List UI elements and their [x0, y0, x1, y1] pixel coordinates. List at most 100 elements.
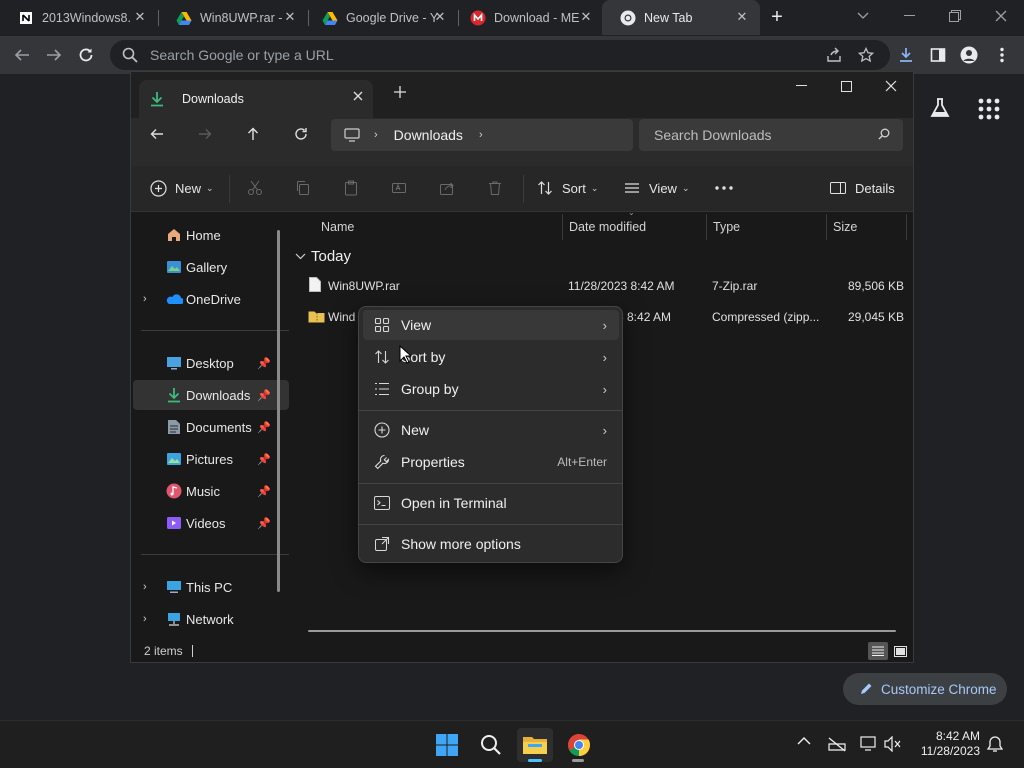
- bookmark-star-icon[interactable]: [853, 42, 879, 68]
- menu-item-view[interactable]: View ›: [363, 310, 619, 340]
- profile-avatar-icon[interactable]: [956, 42, 982, 68]
- volume-muted-icon[interactable]: [884, 736, 904, 754]
- notification-bell-icon[interactable]: [987, 735, 1007, 755]
- horizontal-scrollbar[interactable]: [308, 630, 896, 632]
- menu-item-open-in-terminal[interactable]: Open in Terminal: [363, 488, 619, 518]
- chrome-tab-4[interactable]: Download - ME ✕: [452, 0, 604, 35]
- chrome-tab-5-active[interactable]: New Tab ✕: [602, 0, 760, 35]
- sidebar-item-documents[interactable]: Documents 📌: [133, 412, 289, 442]
- pin-icon[interactable]: 📌: [257, 421, 271, 434]
- new-tab-plus-icon[interactable]: [393, 85, 409, 101]
- search-box[interactable]: Search Downloads: [639, 119, 903, 151]
- group-header-today[interactable]: Today: [295, 248, 351, 265]
- sidebar-item-this-pc[interactable]: › This PC: [133, 572, 289, 602]
- display-icon[interactable]: [860, 736, 880, 754]
- up-icon[interactable]: [238, 119, 268, 149]
- sidebar-item-network[interactable]: › Network: [133, 604, 289, 634]
- maximize-icon[interactable]: [832, 76, 860, 96]
- forward-icon[interactable]: [41, 42, 67, 68]
- chevron-right-icon[interactable]: ›: [143, 293, 147, 305]
- sidebar-item-music[interactable]: Music 📌: [133, 476, 289, 506]
- system-clock[interactable]: 8:42 AM 11/28/2023: [921, 729, 980, 759]
- pin-icon[interactable]: 📌: [257, 389, 271, 402]
- column-header-type[interactable]: Type: [713, 216, 740, 238]
- sidebar-item-home[interactable]: Home: [133, 220, 289, 250]
- forward-icon[interactable]: [190, 119, 220, 149]
- address-bar[interactable]: › Downloads ›: [331, 119, 633, 151]
- cut-icon[interactable]: [243, 176, 267, 200]
- details-view-icon[interactable]: [868, 642, 888, 660]
- sidebar-item-onedrive[interactable]: › OneDrive: [133, 284, 289, 314]
- customize-chrome-button[interactable]: Customize Chrome: [843, 673, 1007, 705]
- sidebar-item-gallery[interactable]: Gallery: [133, 252, 289, 282]
- minimize-icon[interactable]: [886, 0, 932, 32]
- new-button[interactable]: New ⌄: [150, 172, 214, 204]
- file-explorer-taskbar-icon[interactable]: [517, 728, 553, 762]
- sidebar-item-downloads[interactable]: Downloads 📌: [133, 380, 289, 410]
- share-icon[interactable]: [821, 42, 847, 68]
- close-window-icon[interactable]: [877, 76, 905, 96]
- reload-icon[interactable]: [73, 42, 99, 68]
- column-header-name[interactable]: Name: [321, 216, 354, 238]
- windows-start-icon[interactable]: [429, 728, 465, 762]
- show-hidden-icons-chevron-icon[interactable]: [797, 736, 815, 752]
- breadcrumb-chevron-icon[interactable]: ›: [374, 129, 378, 141]
- side-panel-icon[interactable]: [925, 42, 951, 68]
- pin-icon[interactable]: 📌: [257, 357, 271, 370]
- column-header-date[interactable]: Date modified: [569, 216, 646, 238]
- close-window-icon[interactable]: [978, 0, 1024, 32]
- menu-item-show-more-options[interactable]: Show more options: [363, 529, 619, 559]
- file-row[interactable]: Win8UWP.rar 11/28/2023 8:42 AM 7-Zip.rar…: [301, 271, 911, 301]
- downloads-icon[interactable]: [893, 42, 919, 68]
- column-header-size[interactable]: Size: [833, 216, 857, 238]
- sidebar-item-pictures[interactable]: Pictures 📌: [133, 444, 289, 474]
- sort-button[interactable]: Sort ⌄: [537, 172, 598, 204]
- sidebar-scrollbar[interactable]: [277, 230, 280, 592]
- close-tab-icon[interactable]: ✕: [132, 9, 148, 25]
- rename-icon[interactable]: [387, 176, 411, 200]
- close-tab-icon[interactable]: [353, 91, 363, 101]
- omnibox[interactable]: Search Google or type a URL: [110, 40, 890, 70]
- share-icon[interactable]: [435, 176, 459, 200]
- chrome-tab-1[interactable]: 2013Windows8. ✕: [0, 0, 158, 35]
- chrome-menu-icon[interactable]: [989, 42, 1015, 68]
- back-icon[interactable]: [142, 119, 172, 149]
- menu-item-properties[interactable]: Properties Alt+Enter: [363, 447, 619, 477]
- copy-icon[interactable]: [291, 176, 315, 200]
- menu-item-new[interactable]: New ›: [363, 415, 619, 445]
- chevron-right-icon[interactable]: ›: [143, 613, 147, 625]
- breadcrumb-downloads[interactable]: Downloads: [394, 127, 463, 143]
- menu-item-group-by[interactable]: Group by ›: [363, 374, 619, 404]
- minimize-icon[interactable]: [787, 76, 815, 96]
- search-icon[interactable]: [473, 728, 509, 762]
- google-apps-icon[interactable]: [978, 98, 1002, 122]
- tab-search-icon[interactable]: [840, 0, 886, 32]
- close-tab-icon[interactable]: ✕: [432, 9, 448, 25]
- pin-icon[interactable]: 📌: [257, 453, 271, 466]
- close-tab-icon[interactable]: ✕: [578, 9, 594, 25]
- labs-flask-icon[interactable]: [928, 96, 956, 124]
- network-status-icon[interactable]: [828, 736, 848, 754]
- new-tab-button[interactable]: +: [766, 6, 788, 28]
- explorer-tab-downloads[interactable]: Downloads: [139, 80, 373, 118]
- view-button[interactable]: View ⌄: [624, 172, 690, 204]
- breadcrumb-chevron-icon[interactable]: ›: [479, 129, 483, 141]
- pin-icon[interactable]: 📌: [257, 517, 271, 530]
- chrome-tab-2[interactable]: Win8UWP.rar - ✕: [158, 0, 308, 35]
- see-more-button[interactable]: [715, 172, 733, 204]
- pin-icon[interactable]: 📌: [257, 485, 271, 498]
- refresh-icon[interactable]: [286, 119, 316, 149]
- paste-icon[interactable]: [339, 176, 363, 200]
- chrome-tab-3[interactable]: Google Drive - Y ✕: [304, 0, 458, 35]
- restore-icon[interactable]: [932, 0, 978, 32]
- tiles-view-icon[interactable]: [891, 642, 909, 660]
- back-icon[interactable]: [9, 42, 35, 68]
- details-button[interactable]: Details: [830, 172, 895, 204]
- delete-icon[interactable]: [483, 176, 507, 200]
- close-tab-icon[interactable]: ✕: [282, 9, 298, 25]
- close-tab-icon[interactable]: ✕: [734, 9, 750, 25]
- sidebar-item-desktop[interactable]: Desktop 📌: [133, 348, 289, 378]
- chrome-taskbar-icon[interactable]: [561, 728, 597, 762]
- chevron-right-icon[interactable]: ›: [143, 581, 147, 593]
- sidebar-item-videos[interactable]: Videos 📌: [133, 508, 289, 538]
